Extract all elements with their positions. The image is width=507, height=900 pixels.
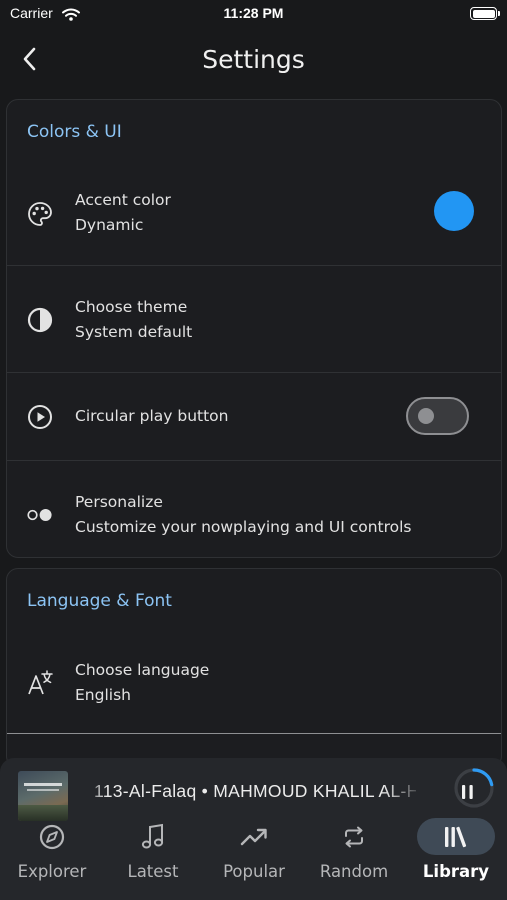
section-title: Colors & UI [27,122,122,142]
item-subtitle: System default [75,323,193,341]
pause-icon [462,785,473,799]
section-title: Language & Font [27,591,172,611]
tab-label: Explorer [17,862,87,881]
item-subtitle: Customize your nowplaying and UI control… [75,518,412,536]
play-circle-icon [26,403,54,431]
tab-library[interactable]: Library [406,818,506,890]
battery-icon [470,7,500,20]
music-note-icon [114,818,192,855]
tab-explorer[interactable]: Explorer [2,818,102,890]
circular-play-toggle[interactable] [406,397,469,435]
colors-ui-section: Colors & UI Accent color Dynamic Choose [6,99,502,558]
settings-item-choose-language[interactable]: Choose language English [7,636,501,734]
contrast-icon [26,306,54,334]
library-icon [417,818,495,855]
album-artwork [18,771,68,821]
settings-item-accent-color[interactable]: Accent color Dynamic [7,167,501,266]
status-time: 11:28 PM [223,5,284,21]
translate-icon [26,669,54,697]
progress-ring [472,768,494,787]
settings-item-text: Circular play button [75,404,228,429]
accent-color-swatch[interactable] [434,191,474,231]
settings-item-text: Choose theme System default [75,295,192,345]
header: Settings [0,36,507,86]
toggle-dots-icon [26,501,54,529]
item-title: Personalize [75,493,163,511]
compass-icon [13,818,91,855]
item-title: Accent color [75,191,171,209]
item-title: Choose theme [75,298,188,316]
status-bar: Carrier 11:28 PM [0,0,507,28]
settings-item-text: Accent color Dynamic [75,188,171,238]
palette-icon [26,200,54,228]
page-title: Settings [202,45,305,74]
toggle-knob [418,408,434,424]
tab-label: Popular [223,862,285,881]
item-title: Circular play button [75,407,229,425]
play-pause-button[interactable] [453,767,495,809]
language-font-section: Language & Font Choose language English [6,568,502,768]
settings-item-circular-play-button[interactable]: Circular play button [7,373,501,461]
settings-item-choose-theme[interactable]: Choose theme System default [7,266,501,373]
settings-item-text: Personalize Customize your nowplaying an… [75,490,412,540]
tab-latest[interactable]: Latest [103,818,203,890]
settings-item-text: Choose language English [75,658,209,708]
track-title: 113-Al-Falaq • MAHMOUD KHALIL AL-HUSARY [94,781,416,801]
trending-up-icon [215,818,293,855]
tab-label: Library [422,862,490,881]
tab-random[interactable]: Random [304,818,404,890]
repeat-icon [315,818,393,855]
item-title: Choose language [75,661,210,679]
tab-label: Random [319,862,389,881]
item-subtitle: Dynamic [75,216,144,234]
tab-label: Latest [127,862,179,881]
tab-popular[interactable]: Popular [204,818,304,890]
item-subtitle: English [75,686,131,704]
settings-item-personalize[interactable]: Personalize Customize your nowplaying an… [7,461,501,557]
bottom-tab-bar: Explorer Latest Popular Random Library [0,818,507,900]
